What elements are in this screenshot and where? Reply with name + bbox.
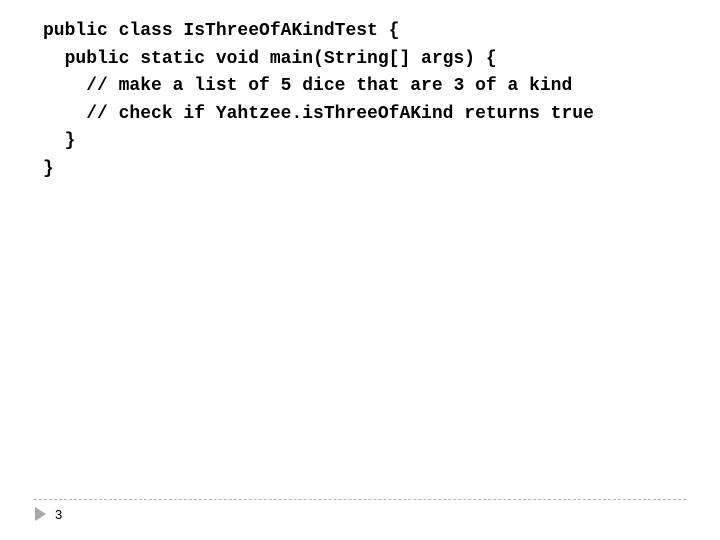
footer-divider [34,499,686,500]
code-line-main-method: public static void main(String[] args) { [43,48,497,69]
code-line-close-method: } [43,131,76,151]
triangle-right-icon [35,507,46,521]
code-line-class-declaration: public class IsThreeOfAKindTest { [43,21,400,41]
code-line-close-class: } [43,158,54,179]
code-block: public class IsThreeOfAKindTest { public… [43,18,594,183]
code-line-comment-check: // check if Yahtzee.isThreeOfAKind retur… [43,103,594,124]
slide: public class IsThreeOfAKindTest { public… [0,0,720,540]
page-number: 3 [55,507,63,522]
code-line-comment-make-list: // make a list of 5 dice that are 3 of a… [43,76,573,96]
